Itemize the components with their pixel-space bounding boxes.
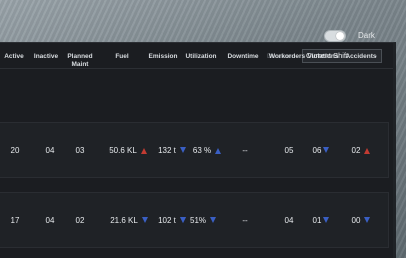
col-header-inactive: Inactive <box>33 53 59 60</box>
cell-utilization-value: 51% <box>190 216 207 225</box>
cell-violations: 06 <box>308 146 334 155</box>
cell-emission-value: 132 t <box>158 146 176 155</box>
col-header-emission: Emission <box>148 53 178 60</box>
cell-workorders: 05 <box>284 146 294 155</box>
cell-violations-value: 06 <box>312 146 322 155</box>
col-header-downtime: Downtime <box>227 53 259 60</box>
cell-fuel: 21.6 KL <box>106 216 152 225</box>
cell-emission-value: 102 t <box>158 216 176 225</box>
triangle-up-icon <box>364 148 371 154</box>
col-header-planned-maint: Planned Maint <box>67 53 93 68</box>
toggle-knob <box>336 32 344 40</box>
cell-fuel-value: 50.6 KL <box>109 146 137 155</box>
triangle-up-icon <box>140 148 147 154</box>
cell-active: 17 <box>10 216 20 225</box>
triangle-down-icon <box>210 217 217 223</box>
col-header-accidents: Accidents <box>345 53 377 60</box>
cell-active: 20 <box>10 146 20 155</box>
triangle-down-icon <box>179 147 186 153</box>
triangle-down-icon <box>364 217 371 223</box>
col-header-utilization: Utilization <box>185 53 217 60</box>
triangle-up-icon <box>215 148 222 154</box>
col-header-workorders: Workorders <box>268 53 306 60</box>
cell-fuel-value: 21.6 KL <box>110 216 138 225</box>
header-divider <box>0 68 393 69</box>
cell-utilization-value: 63 % <box>192 146 212 155</box>
cell-accidents: 00 <box>348 216 374 225</box>
table-row[interactable]: 20 04 03 50.6 KL 132 t 63 % -- 05 06 02 <box>0 122 389 178</box>
cell-violations-value: 01 <box>312 216 322 225</box>
cell-emission: 132 t <box>152 146 192 155</box>
cell-workorders: 04 <box>284 216 294 225</box>
triangle-down-icon <box>141 217 148 223</box>
cell-downtime: -- <box>242 216 248 225</box>
cell-utilization: 63 % <box>192 146 222 155</box>
table-row[interactable]: 17 04 02 21.6 KL 102 t 51% -- 04 01 00 <box>0 192 389 248</box>
triangle-down-icon <box>323 147 330 153</box>
cell-inactive: 04 <box>45 216 55 225</box>
cell-utilization: 51% <box>180 216 217 225</box>
cell-planned-maint: 03 <box>75 146 85 155</box>
cell-planned-maint: 02 <box>75 216 85 225</box>
cell-accidents-value: 02 <box>351 146 361 155</box>
cell-fuel: 50.6 KL <box>106 146 150 155</box>
triangle-down-icon <box>180 217 186 223</box>
cell-violations: 01 <box>308 216 334 225</box>
cell-accidents-value: 00 <box>351 216 361 225</box>
cell-accidents: 02 <box>348 146 374 155</box>
col-header-violations: Violations <box>307 53 339 60</box>
dark-mode-toggle[interactable] <box>324 30 346 42</box>
triangle-down-icon <box>323 217 330 223</box>
col-header-fuel: Fuel <box>115 53 129 60</box>
top-bar <box>0 0 406 24</box>
col-header-active: Active <box>4 53 24 60</box>
cell-inactive: 04 <box>45 146 55 155</box>
dark-mode-label: Dark <box>358 31 375 40</box>
cell-downtime: -- <box>242 146 248 155</box>
